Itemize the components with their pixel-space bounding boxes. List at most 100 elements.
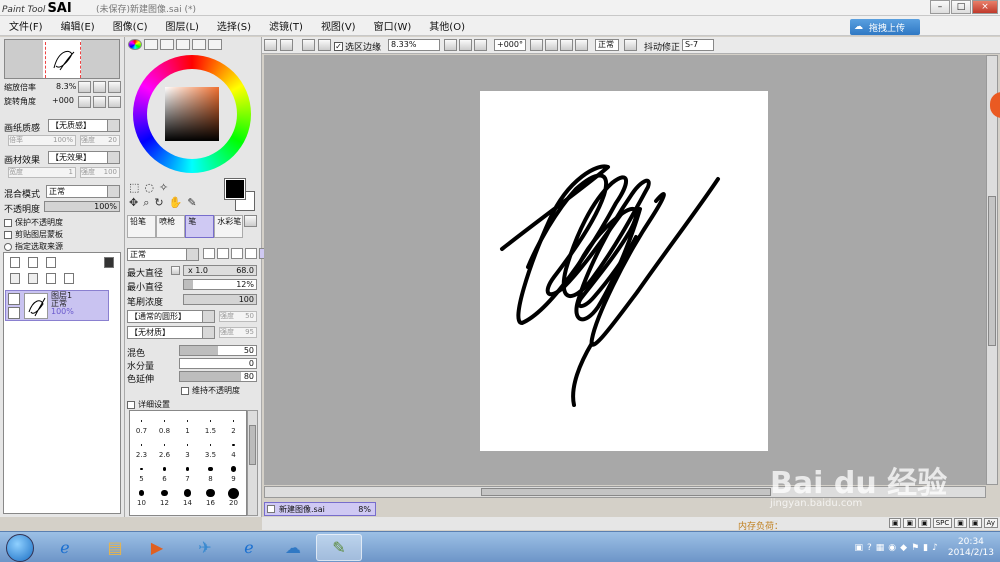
- eyedropper-icon[interactable]: ✎: [187, 196, 196, 210]
- ie-taskbar-icon[interactable]: ℯ: [42, 534, 88, 561]
- tray-icon-5[interactable]: ◆: [900, 543, 907, 553]
- paper-strength-field[interactable]: 强度 20: [80, 135, 120, 146]
- zoom-out-button[interactable]: [78, 81, 91, 93]
- brush-size-dot[interactable]: [162, 467, 167, 471]
- minimize-button[interactable]: –: [930, 0, 950, 14]
- brush-size-dot[interactable]: [209, 444, 212, 446]
- navigator-preview[interactable]: [4, 39, 120, 79]
- clear-layer-icon[interactable]: [46, 273, 56, 284]
- brush-size-dot[interactable]: [161, 489, 168, 497]
- brush-lock-icon[interactable]: [8, 307, 20, 319]
- status-btn-1[interactable]: ▣: [888, 518, 902, 528]
- color-wheel[interactable]: [133, 55, 251, 173]
- menu-image[interactable]: 图像(C): [104, 18, 157, 33]
- brush-size-dot[interactable]: [163, 444, 166, 446]
- paper-scale-field[interactable]: 倍率 100%: [8, 135, 76, 146]
- blend-mode-select[interactable]: 正常: [46, 185, 120, 198]
- brush-pen[interactable]: 笔: [185, 215, 215, 238]
- effect-strength-field[interactable]: 强度 100: [80, 167, 120, 178]
- transfer-down-icon[interactable]: [10, 273, 20, 284]
- brush-size-dot[interactable]: [140, 467, 143, 471]
- menu-select[interactable]: 选择(S): [208, 18, 260, 33]
- flip-horizontal-button[interactable]: [624, 39, 637, 51]
- canvas-vertical-scrollbar[interactable]: [986, 55, 998, 485]
- media-taskbar-icon[interactable]: ▶: [134, 534, 180, 561]
- rotate-right-toolbar-button[interactable]: [545, 39, 558, 51]
- opacity-slider[interactable]: 100%: [44, 201, 120, 212]
- rotate-left-toolbar-button[interactable]: [530, 39, 543, 51]
- move-icon[interactable]: ✥: [129, 196, 138, 210]
- brush-scroll-up[interactable]: [244, 215, 257, 227]
- brush-size-dot[interactable]: [232, 443, 235, 447]
- zoom-fit-button[interactable]: [474, 39, 487, 51]
- selection-icon[interactable]: ⬚: [129, 181, 139, 194]
- brush-size-dot[interactable]: [186, 420, 189, 422]
- brush-size-dot[interactable]: [183, 489, 192, 497]
- start-button[interactable]: [6, 534, 34, 562]
- upload-button[interactable]: ☁ 拖拽上传: [850, 19, 920, 35]
- brush-size-dot[interactable]: [163, 420, 166, 422]
- magic-wand-icon[interactable]: ✧: [159, 181, 168, 194]
- menu-layer[interactable]: 图层(L): [156, 18, 207, 33]
- texture-strength-field[interactable]: 强度 95: [219, 327, 257, 338]
- hand-icon[interactable]: ✋: [169, 196, 183, 210]
- menu-file[interactable]: 文件(F): [0, 18, 52, 33]
- merge-down-icon[interactable]: [28, 273, 38, 284]
- mixer-tab[interactable]: [208, 39, 222, 50]
- invert-selection-button[interactable]: [318, 39, 331, 51]
- brush-watercolor[interactable]: 水彩笔: [214, 215, 244, 238]
- brush-shape-4[interactable]: [245, 248, 257, 259]
- rotate-left-button[interactable]: [78, 96, 91, 108]
- dilution-slider[interactable]: 0: [179, 358, 257, 369]
- foreground-color[interactable]: [224, 178, 246, 200]
- brush-size-dot[interactable]: [186, 444, 189, 446]
- selection-edge-checkbox[interactable]: ✓ 选区边缘: [334, 40, 381, 53]
- color-square[interactable]: [165, 87, 219, 141]
- menu-window[interactable]: 窗口(W): [365, 18, 421, 33]
- brush-shape-select[interactable]: 【通常的圆形】: [127, 310, 215, 323]
- selection-source-radio[interactable]: 指定选取来源: [4, 241, 63, 252]
- eye-icon[interactable]: [8, 293, 20, 305]
- browser-taskbar-icon[interactable]: ℯ: [226, 534, 272, 561]
- rotate-icon[interactable]: ↻: [154, 196, 163, 210]
- status-btn-5[interactable]: ▣: [968, 518, 982, 528]
- status-btn-4[interactable]: ▣: [954, 518, 967, 528]
- blending-slider[interactable]: 50: [179, 345, 257, 356]
- deselect-button[interactable]: [302, 39, 315, 51]
- folder-taskbar-icon[interactable]: ▤: [92, 534, 138, 561]
- rotate-right-button[interactable]: [93, 96, 106, 108]
- canvas-area[interactable]: [264, 55, 986, 485]
- brush-shape-3[interactable]: [231, 248, 243, 259]
- canvas-paper[interactable]: [480, 91, 768, 451]
- status-btn-2[interactable]: ▣: [903, 518, 917, 528]
- status-btn-3[interactable]: ▣: [918, 518, 931, 528]
- color-wheel-tab[interactable]: [128, 39, 142, 50]
- rotate-reset-button[interactable]: [108, 96, 121, 108]
- paper-texture-select[interactable]: 【无质感】: [48, 119, 120, 132]
- delete-layer-icon[interactable]: [64, 273, 74, 284]
- sai-taskbar-icon[interactable]: ✎: [316, 534, 362, 561]
- zoom-reset-button[interactable]: [108, 81, 121, 93]
- rotate-reset-toolbar-button[interactable]: [560, 39, 573, 51]
- flip-button[interactable]: [575, 39, 588, 51]
- brush-size-dot[interactable]: [140, 444, 143, 446]
- brush-size-dot[interactable]: [140, 420, 143, 422]
- shape-strength-field[interactable]: 强度 50: [219, 311, 257, 322]
- menu-edit[interactable]: 编辑(E): [52, 18, 104, 33]
- zoom-icon[interactable]: ⌕: [143, 196, 149, 210]
- brush-size-dot[interactable]: [208, 466, 213, 472]
- color-swatches[interactable]: [223, 177, 257, 211]
- max-size-toggle[interactable]: [171, 266, 180, 275]
- new-linework-layer-icon[interactable]: [28, 257, 38, 268]
- paper-effect-select[interactable]: 【无效果】: [48, 151, 120, 164]
- brush-size-dot[interactable]: [228, 487, 239, 499]
- tray-icon-4[interactable]: ◉: [888, 543, 896, 553]
- menu-filter[interactable]: 滤镜(T): [260, 18, 312, 33]
- brush-size-scrollbar[interactable]: [247, 410, 258, 516]
- clock[interactable]: 20:34 2014/2/13: [948, 537, 994, 559]
- hsv-slider-tab[interactable]: [160, 39, 174, 50]
- brush-shape-2[interactable]: [217, 248, 229, 259]
- document-tab[interactable]: 新建图像.sai 8%: [264, 502, 376, 516]
- maximize-button[interactable]: □: [951, 0, 971, 14]
- upload-taskbar-icon[interactable]: ☁: [270, 534, 316, 561]
